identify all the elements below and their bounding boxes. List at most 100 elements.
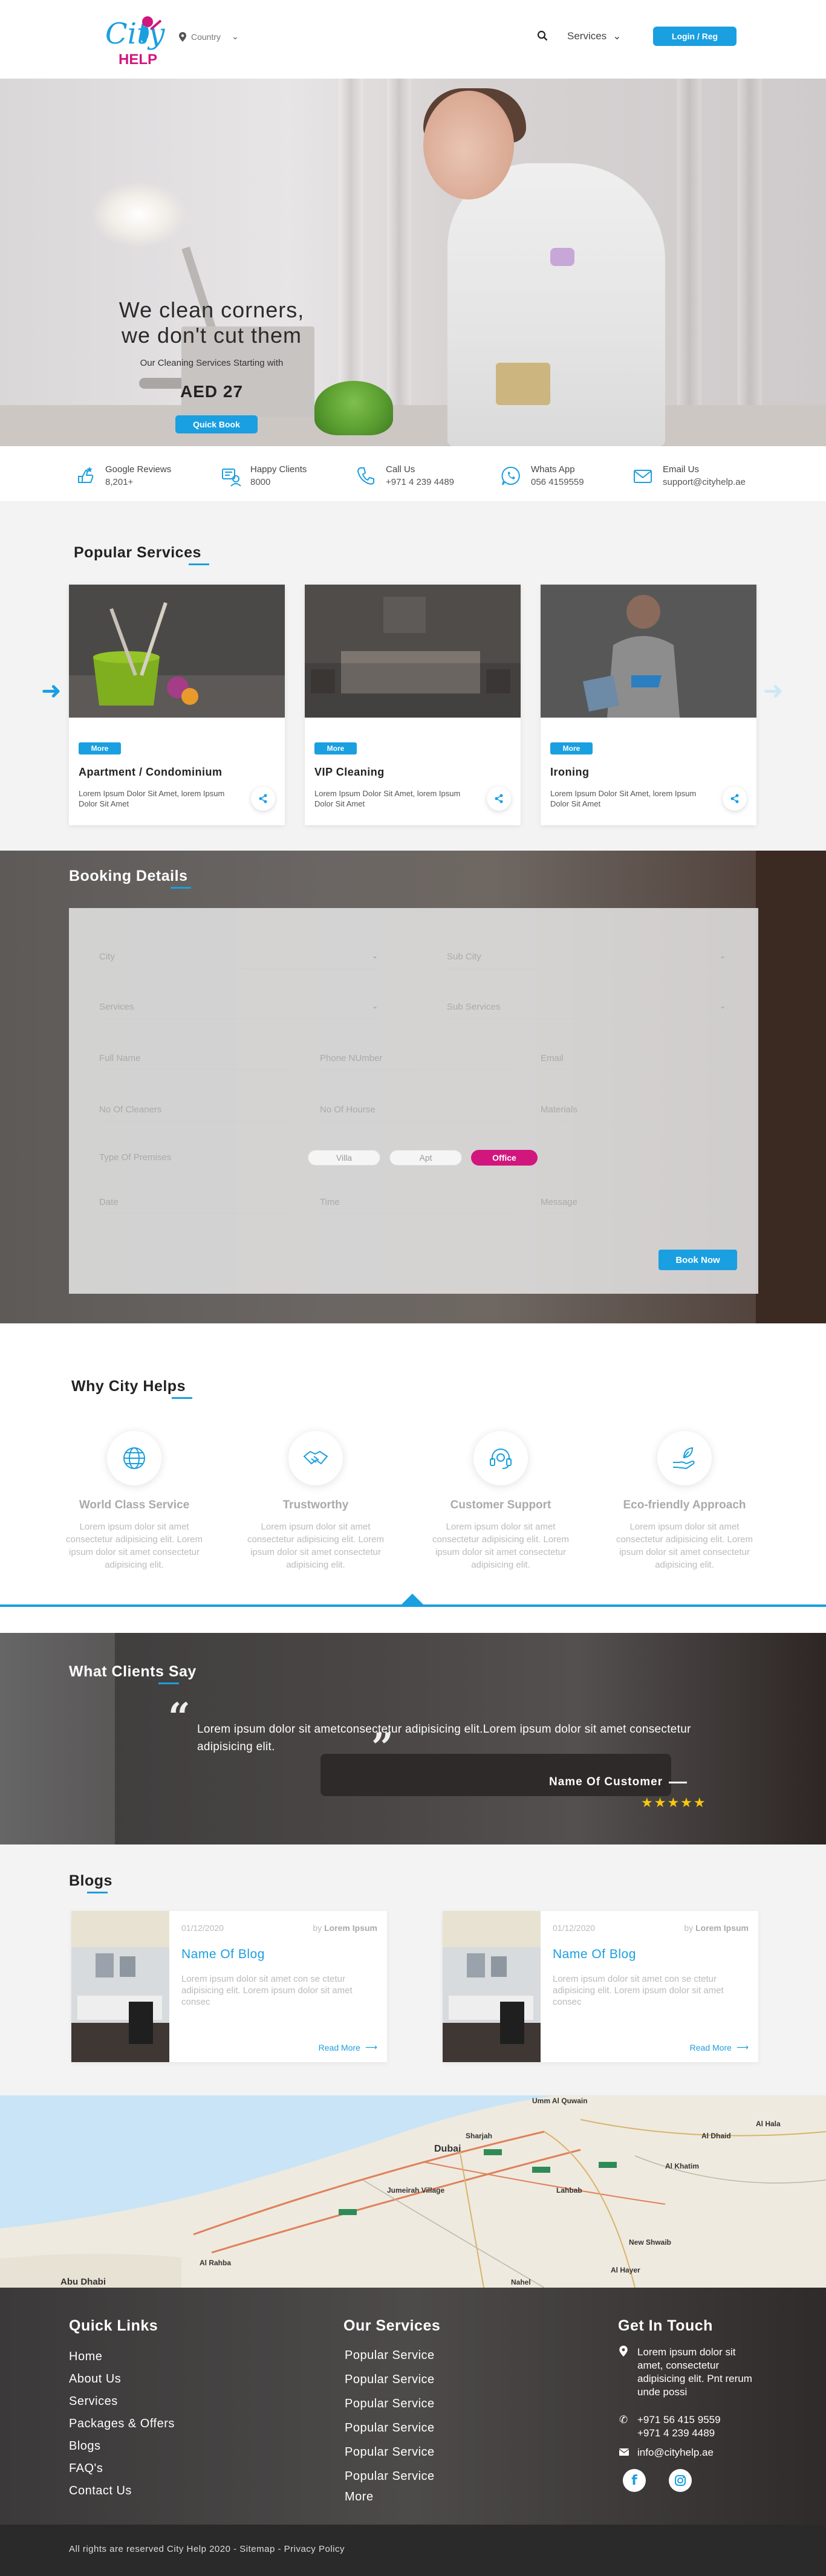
sub-services-placeholder: Sub Services	[447, 1002, 501, 1012]
full-name-field[interactable]: Full Name	[99, 1053, 293, 1070]
footer-service-link[interactable]: Popular Service	[345, 2440, 435, 2464]
service-name: VIP Cleaning	[314, 766, 385, 778]
share-icon	[259, 794, 267, 803]
service-card[interactable]: More Ironing Lorem Ipsum Dolor Sit Amet,…	[541, 585, 756, 825]
read-more-link[interactable]: Read More ⟶	[319, 2042, 377, 2052]
carousel-prev-arrow-icon[interactable]: ➜	[41, 677, 62, 705]
location-pin-icon	[179, 31, 186, 42]
country-selector[interactable]: Country ⌄	[179, 31, 239, 42]
footer-service-link[interactable]: Popular Service	[345, 2464, 435, 2488]
blog-author: by Lorem Ipsum	[684, 1923, 749, 1933]
blog-title[interactable]: Name Of Blog	[181, 1947, 265, 1962]
stat-email[interactable]: Email Us support@cityhelp.ae	[631, 464, 746, 487]
hero-curtain	[738, 79, 762, 446]
cleaners-placeholder: No Of Cleaners	[99, 1105, 162, 1115]
footer-link-home[interactable]: Home	[69, 2346, 175, 2368]
blog-card[interactable]: 01/12/2020 by Lorem Ipsum Name Of Blog L…	[443, 1911, 758, 2062]
share-button[interactable]	[251, 787, 275, 811]
book-now-button[interactable]: Book Now	[659, 1250, 737, 1270]
service-card[interactable]: More VIP Cleaning Lorem Ipsum Dolor Sit …	[305, 585, 521, 825]
stat-label: Email Us	[663, 464, 700, 475]
blog-author-name: Lorem Ipsum	[695, 1923, 749, 1933]
premises-apt-option[interactable]: Apt	[389, 1150, 462, 1166]
hero-table	[0, 405, 826, 446]
arrow-right-icon: ⟶	[736, 2042, 749, 2052]
search-icon[interactable]	[537, 30, 548, 41]
why-item-name: Customer Support	[450, 1499, 551, 1511]
email-field[interactable]: Email	[541, 1053, 728, 1070]
services-menu[interactable]: Services ⌄	[567, 30, 621, 42]
stat-whatsapp[interactable]: Whats App 056 4159559	[499, 464, 584, 487]
footer-link-about[interactable]: About Us	[69, 2368, 175, 2390]
city-help-logo[interactable]: City HELP	[100, 8, 167, 72]
footer-service-link[interactable]: Popular Service	[345, 2367, 435, 2392]
time-field[interactable]: Time	[320, 1197, 513, 1214]
footer-link-services[interactable]: Services	[69, 2390, 175, 2413]
site-header: City HELP Country ⌄ Services ⌄ Login / R…	[0, 0, 826, 79]
share-button[interactable]	[487, 787, 511, 811]
blog-card[interactable]: 01/12/2020 by Lorem Ipsum Name Of Blog L…	[71, 1911, 387, 2062]
footer-phones[interactable]: ✆ +971 56 415 9559 +971 4 239 4489	[619, 2413, 721, 2440]
why-icon-circle	[473, 1431, 528, 1485]
footer-link-faqs[interactable]: FAQ's	[69, 2458, 175, 2480]
services-select[interactable]: Services ⌄	[99, 1002, 380, 1019]
footer-link-contact[interactable]: Contact Us	[69, 2480, 175, 2502]
why-icon-circle	[288, 1431, 343, 1485]
quick-book-button[interactable]: Quick Book	[175, 415, 258, 433]
date-field[interactable]: Date	[99, 1197, 293, 1214]
message-field[interactable]: Message	[541, 1197, 728, 1214]
premises-villa-option[interactable]: Villa	[308, 1150, 380, 1166]
stat-call-us[interactable]: Call Us +971 4 239 4489	[354, 464, 454, 487]
chevron-down-icon: ⌄	[719, 1002, 726, 1010]
read-more-link[interactable]: Read More ⟶	[690, 2042, 749, 2052]
hero-lamp-light	[91, 181, 187, 248]
sub-services-select[interactable]: Sub Services ⌄	[447, 1002, 728, 1019]
why-item: Trustworthy Lorem ipsum dolor sit amet c…	[243, 1431, 388, 1571]
service-more-button[interactable]: More	[79, 742, 121, 754]
footer-link-blogs[interactable]: Blogs	[69, 2435, 175, 2458]
login-register-button[interactable]: Login / Reg	[653, 27, 737, 46]
city-select[interactable]: City ⌄	[99, 952, 380, 968]
footer-service-link[interactable]: Popular Service	[345, 2392, 435, 2416]
globe-icon	[123, 1447, 145, 1469]
facebook-button[interactable]: f	[623, 2469, 646, 2492]
footer-phone-1[interactable]: +971 56 415 9559	[637, 2414, 721, 2425]
map-label: Al Hayer	[611, 2266, 640, 2274]
eco-hand-icon	[673, 1447, 695, 1470]
phone-field[interactable]: Phone NUmber	[320, 1053, 513, 1070]
service-more-button[interactable]: More	[550, 742, 593, 754]
why-item-desc: Lorem ipsum dolor sit amet consectetur a…	[66, 1522, 203, 1570]
location-map[interactable]: Umm Al Quwain Sharjah Dubai Jumeirah Vil…	[0, 2095, 826, 2288]
svg-text:City: City	[105, 17, 165, 51]
hero-maid-badge	[550, 248, 574, 266]
premises-office-option[interactable]: Office	[471, 1150, 538, 1166]
stat-label: Happy Clients	[250, 464, 307, 475]
phone-icon: ✆	[619, 2414, 628, 2425]
share-button[interactable]	[723, 787, 747, 811]
instagram-button[interactable]	[669, 2469, 692, 2492]
stat-value: +971 4 239 4489	[386, 477, 455, 487]
map-label: Sharjah	[466, 2132, 493, 2140]
facebook-icon: f	[631, 2473, 637, 2488]
footer-service-link[interactable]: Popular Service	[345, 2416, 435, 2440]
materials-select[interactable]: Materials	[541, 1105, 728, 1121]
cleaners-select[interactable]: No Of Cleaners	[99, 1105, 293, 1121]
service-more-button[interactable]: More	[314, 742, 357, 754]
footer-link-packages[interactable]: Packages & Offers	[69, 2413, 175, 2435]
hero-price: AED 27	[180, 382, 244, 401]
footer-phone-2[interactable]: +971 4 239 4489	[637, 2427, 715, 2439]
service-name: Ironing	[550, 766, 590, 778]
footer-service-link[interactable]: Popular Service	[345, 2343, 435, 2367]
footer-service-more[interactable]: More	[345, 2488, 435, 2505]
hours-select[interactable]: No Of Hourse	[320, 1105, 513, 1121]
service-card[interactable]: More Apartment / Condominium Lorem Ipsum…	[69, 585, 285, 825]
footer-email[interactable]: info@cityhelp.ae	[619, 2446, 714, 2459]
section-title: Blogs	[69, 1872, 112, 1889]
carousel-next-arrow-icon[interactable]: ➜	[763, 677, 784, 705]
rating-stars: ★★★★★	[641, 1795, 707, 1810]
sub-city-select[interactable]: Sub City ⌄	[447, 952, 728, 968]
why-city-helps-section: Why City Helps World Class Service Lorem…	[0, 1323, 826, 1633]
blog-title[interactable]: Name Of Blog	[553, 1947, 636, 1962]
stat-happy-clients: Happy Clients 8000	[219, 464, 307, 487]
our-services-list: Popular Service Popular Service Popular …	[345, 2343, 435, 2505]
